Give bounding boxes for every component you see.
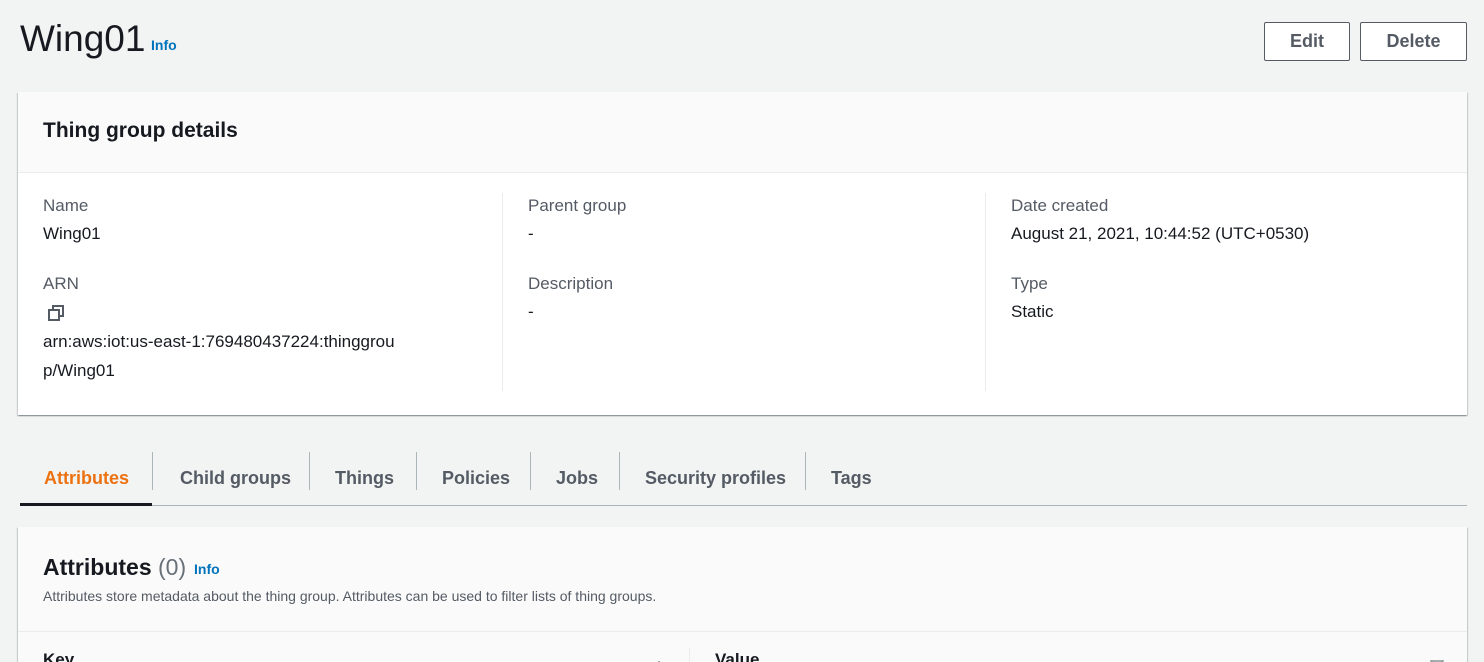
tab-separator bbox=[805, 452, 806, 490]
attributes-info-link[interactable]: Info bbox=[194, 561, 220, 577]
thing-group-page: Wing01 Info Edit Delete Thing group deta… bbox=[0, 0, 1484, 662]
active-tab-indicator bbox=[20, 503, 152, 506]
page-header: Wing01 Info Edit Delete bbox=[20, 18, 1467, 62]
type-label: Type bbox=[1011, 274, 1048, 293]
tab-jobs[interactable]: Jobs bbox=[556, 452, 598, 505]
details-column-2: Parent group - Description - bbox=[502, 193, 985, 391]
column-separator bbox=[689, 648, 690, 662]
column-header-value[interactable]: Value bbox=[715, 650, 759, 662]
details-panel-title: Thing group details bbox=[43, 119, 238, 142]
details-panel-header: Thing group details bbox=[18, 92, 1467, 173]
details-column-3: Date created August 21, 2021, 10:44:52 (… bbox=[985, 193, 1455, 391]
parent-group-value: - bbox=[528, 224, 534, 243]
tab-bar: Attributes Child groups Things Policies … bbox=[20, 452, 1467, 506]
tab-attributes[interactable]: Attributes bbox=[44, 452, 129, 505]
tab-separator bbox=[619, 452, 620, 490]
attributes-description: Attributes store metadata about the thin… bbox=[43, 588, 657, 604]
column-header-key[interactable]: Key bbox=[43, 650, 74, 662]
name-value: Wing01 bbox=[43, 224, 101, 243]
edit-button[interactable]: Edit bbox=[1264, 22, 1350, 61]
description-value: - bbox=[528, 302, 534, 321]
name-label: Name bbox=[43, 196, 89, 215]
attributes-table-header: Key Value bbox=[18, 632, 1467, 662]
title-info-link[interactable]: Info bbox=[151, 37, 177, 53]
tab-tags[interactable]: Tags bbox=[831, 452, 872, 505]
date-created-label: Date created bbox=[1011, 196, 1109, 215]
tab-separator bbox=[309, 452, 310, 490]
tab-child-groups[interactable]: Child groups bbox=[180, 452, 291, 505]
attributes-header: Attributes (0) Info Attributes store met… bbox=[18, 527, 1467, 632]
date-created-value: August 21, 2021, 10:44:52 (UTC+0530) bbox=[1011, 224, 1310, 243]
thing-group-details-panel: Thing group details Name Wing01 ARN arn:… bbox=[18, 92, 1467, 415]
type-value: Static bbox=[1011, 302, 1054, 321]
page-title: Wing01 bbox=[20, 18, 146, 59]
sort-ascending-icon[interactable] bbox=[652, 657, 666, 662]
tab-things[interactable]: Things bbox=[335, 452, 394, 505]
parent-group-label: Parent group bbox=[528, 196, 627, 215]
tab-separator bbox=[152, 452, 153, 490]
attributes-title-text: Attributes bbox=[43, 554, 152, 580]
attributes-title: Attributes (0) bbox=[43, 554, 186, 581]
description-label: Description bbox=[528, 274, 614, 293]
details-column-1: Name Wing01 ARN arn:aws:iot:us-east-1:76… bbox=[43, 193, 501, 391]
copy-icon[interactable] bbox=[45, 303, 67, 325]
tab-policies[interactable]: Policies bbox=[442, 452, 510, 505]
arn-value: arn:aws:iot:us-east-1:769480437224:thing… bbox=[43, 332, 395, 380]
attributes-panel: Attributes (0) Info Attributes store met… bbox=[18, 527, 1467, 662]
tab-separator bbox=[530, 452, 531, 490]
attributes-count: (0) bbox=[158, 554, 187, 580]
arn-label: ARN bbox=[43, 274, 79, 293]
tab-security-profiles[interactable]: Security profiles bbox=[645, 452, 786, 505]
tab-separator bbox=[416, 452, 417, 490]
sort-descending-icon[interactable] bbox=[1429, 657, 1445, 662]
delete-button[interactable]: Delete bbox=[1360, 22, 1467, 61]
details-columns: Name Wing01 ARN arn:aws:iot:us-east-1:76… bbox=[18, 173, 1467, 415]
